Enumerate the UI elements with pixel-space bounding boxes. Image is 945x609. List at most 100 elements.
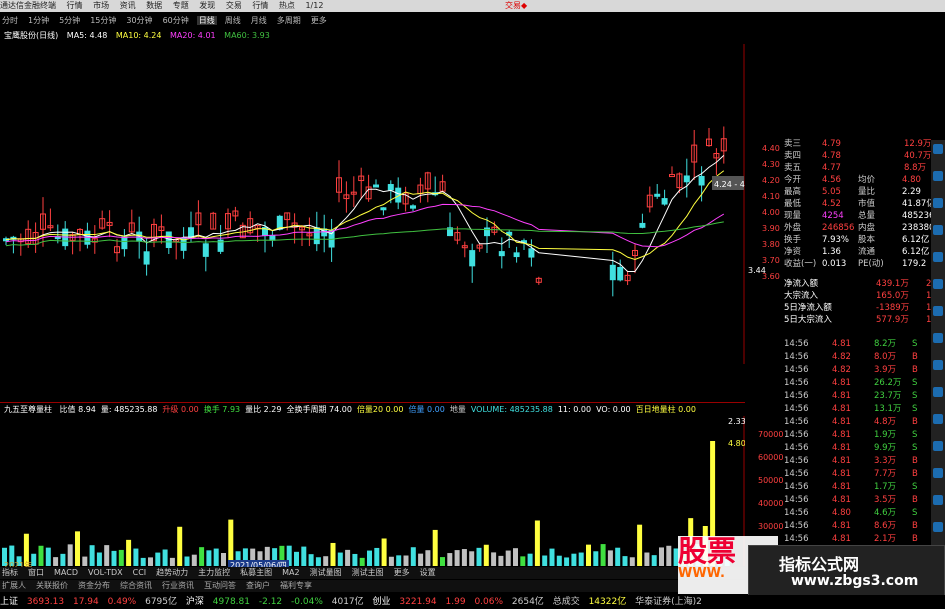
indicator-tab[interactable]: 测试主图 <box>350 568 386 577</box>
trade-volume: 9.9万 <box>874 443 897 453</box>
candle-body <box>661 198 668 205</box>
side-tool-icon[interactable] <box>933 522 943 532</box>
side-tool-icon[interactable] <box>933 225 943 235</box>
trade-price: 4.81 <box>832 469 851 479</box>
trade-row: 14:56 4.81 3.5万 B <box>784 494 944 507</box>
side-tool-icon[interactable] <box>933 306 943 316</box>
info-tab[interactable]: 行业资讯 <box>160 581 196 590</box>
watermark-site: 指标公式网 www.zbgs3.com <box>748 545 945 597</box>
indicator-tab[interactable]: 窗口 <box>26 568 46 577</box>
vol-legend-item: 11: 0.00 <box>557 405 592 414</box>
side-tool-icon[interactable] <box>933 441 943 451</box>
volume-chart[interactable]: 4.80 2.33 <box>0 416 745 566</box>
indicator-tab[interactable]: 趋势动力 <box>154 568 190 577</box>
timeframe-8[interactable]: 月线 <box>249 16 269 25</box>
trade-row: 14:56 4.81 4.8万 B <box>784 416 944 429</box>
indicator-tab[interactable]: VOL-TDX <box>86 568 125 577</box>
current-price-text: 3.44 <box>748 266 766 275</box>
indicator-tab[interactable]: 指标 <box>0 568 20 577</box>
menu-item-hot[interactable]: 热点 <box>279 1 295 10</box>
flow-value: -1389万 <box>876 303 910 313</box>
timeframe-6[interactable]: 日线 <box>196 16 217 25</box>
side-tool-icon[interactable] <box>933 279 943 289</box>
menu-item-quote[interactable]: 行情 <box>67 1 83 10</box>
side-tool-icon[interactable] <box>933 495 943 505</box>
indicator-tab[interactable]: CCI <box>131 568 149 577</box>
indicator-tab[interactable]: 主力监控 <box>196 568 232 577</box>
flow-value: 165.0万 <box>876 291 909 301</box>
side-tool-icon[interactable] <box>933 414 943 424</box>
trade-side: B <box>912 417 918 427</box>
indicator-tab[interactable]: MA2 <box>280 568 301 577</box>
side-tool-icon[interactable] <box>933 144 943 154</box>
side-tool-icon[interactable] <box>933 360 943 370</box>
indicator-tab[interactable]: 更多 <box>392 568 412 577</box>
info-tab[interactable]: 关联报价 <box>34 581 70 590</box>
timeframe-0[interactable]: 分时 <box>0 16 20 25</box>
trade-volume: 7.7万 <box>874 469 897 479</box>
vol-legend-item: 比值 8.94 <box>59 405 96 414</box>
timeframe-4[interactable]: 30分钟 <box>124 16 154 25</box>
watermark-stock-text: 股票 <box>678 534 737 568</box>
side-tool-icon[interactable] <box>933 252 943 262</box>
side-tool-icon[interactable] <box>933 198 943 208</box>
sh-index-value: 3693.13 <box>26 597 65 607</box>
trade-button[interactable]: 交易◆ <box>505 0 527 12</box>
candle-body <box>387 184 394 191</box>
info-tab[interactable]: 资金分布 <box>76 581 112 590</box>
info-tab[interactable]: 综合资讯 <box>118 581 154 590</box>
trade-row: 14:56 4.81 7.7万 B <box>784 468 944 481</box>
quote-value: 0.013 <box>822 259 847 269</box>
side-tool-icon[interactable] <box>933 468 943 478</box>
menu-item-trade[interactable]: 交易 <box>226 1 242 10</box>
indicator-tab[interactable]: 设置 <box>418 568 438 577</box>
info-tab[interactable]: 扩展人 <box>0 581 28 590</box>
candle-body <box>121 236 128 250</box>
info-tab[interactable]: 互动问答 <box>202 581 238 590</box>
indicator-tab[interactable]: 测试量图 <box>308 568 344 577</box>
timeframe-7[interactable]: 周线 <box>223 16 243 25</box>
price-axis-tick: 3.70 <box>762 256 780 265</box>
info-tab[interactable]: 福利专享 <box>278 581 314 590</box>
sz-index-value: 4978.81 <box>212 597 250 607</box>
indicator-tabs: 指标 窗口 MACD VOL-TDX CCI 趋势动力 主力监控 私募主图 MA2 测试量图 测试主… <box>0 567 745 579</box>
trade-row: 14:56 4.81 3.3万 B <box>784 455 944 468</box>
quote-value: 7.93% <box>822 235 850 245</box>
menu-item-quote2[interactable]: 行情 <box>252 1 268 10</box>
quote-value: 5.05 <box>822 187 841 197</box>
kline-chart[interactable]: 4.24 - 4.2 <box>0 44 745 364</box>
info-tab[interactable]: 查询户 <box>244 581 272 590</box>
ma60-label: MA60: 3.93 <box>224 31 270 40</box>
volume-axis-tick: 30000 <box>758 522 784 531</box>
menu-item-news[interactable]: 资讯 <box>120 1 136 10</box>
trade-volume: 13.1万 <box>874 404 902 414</box>
menu-item-market[interactable]: 市场 <box>93 1 109 10</box>
menu-item-discover[interactable]: 发现 <box>199 1 215 10</box>
indicator-tab[interactable]: MACD <box>52 568 80 577</box>
trade-volume: 26.2万 <box>874 378 902 388</box>
side-tool-icon[interactable] <box>933 171 943 181</box>
quote-extra-value: 2.29 <box>902 187 921 197</box>
indicator-tab[interactable]: 私募主图 <box>238 568 274 577</box>
trade-row: 14:56 4.81 9.9万 S <box>784 442 944 455</box>
trade-time: 14:56 <box>784 430 809 440</box>
quote-extra-value: 238380 <box>902 223 935 233</box>
quote-volume: 8.8万 <box>904 163 927 173</box>
trade-row: 14:56 4.81 8.2万 S <box>784 338 944 351</box>
side-tool-icon[interactable] <box>933 333 943 343</box>
menu-item-topic[interactable]: 专题 <box>173 1 189 10</box>
quote-extra-value: 6.12亿 <box>902 247 930 257</box>
side-tool-icon[interactable] <box>933 387 943 397</box>
timeframe-10[interactable]: 更多 <box>309 16 329 25</box>
timeframe-5[interactable]: 60分钟 <box>161 16 191 25</box>
menu-item-data[interactable]: 数据 <box>146 1 162 10</box>
info-tabs: 扩展人 关联报价 资金分布 综合资讯 行业资讯 互动问答 查询户 福利专享 <box>0 580 745 592</box>
ma5-label: MA5: 4.48 <box>66 31 108 40</box>
timeframe-3[interactable]: 15分钟 <box>88 16 118 25</box>
trade-time: 14:56 <box>784 365 809 375</box>
timeframe-1[interactable]: 1分钟 <box>26 16 51 25</box>
volume-axis-tick: 60000 <box>758 453 784 462</box>
quote-row: 卖四 4.78 40.7万 <box>784 150 945 162</box>
timeframe-9[interactable]: 多周期 <box>275 16 303 25</box>
timeframe-2[interactable]: 5分钟 <box>57 16 82 25</box>
